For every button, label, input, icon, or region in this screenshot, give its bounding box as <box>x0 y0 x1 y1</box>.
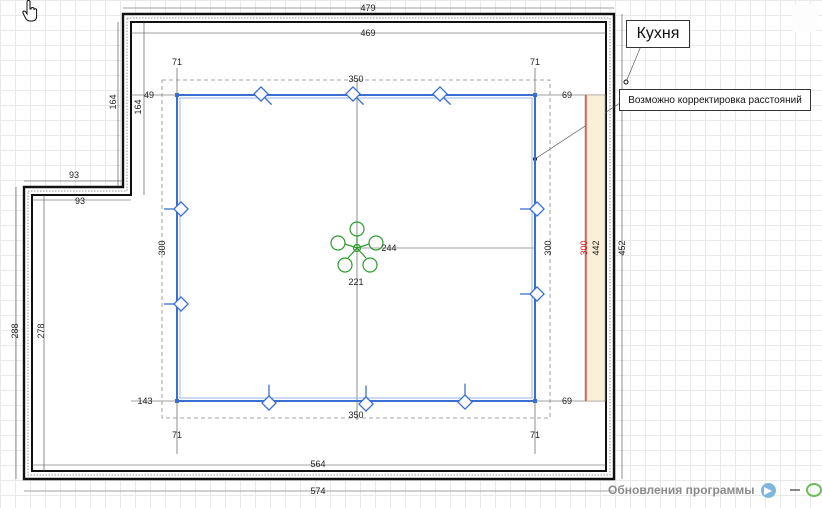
dim-top-outer: 479 <box>360 3 375 13</box>
dim-left-143: 143 <box>137 396 152 406</box>
distance-note[interactable]: Возможно корректировка расстояний <box>619 89 811 111</box>
dim-wall-164-inner: 164 <box>133 99 143 114</box>
dim-frame-right-300: 300 <box>543 240 553 255</box>
dim-wall-164-outer: 164 <box>108 94 118 109</box>
dim-left-71-top: 71 <box>172 57 182 67</box>
dim-frame-bottom: 350 <box>348 410 363 420</box>
room-label[interactable]: Кухня <box>626 20 690 48</box>
dim-right-71-bottom: 71 <box>530 430 540 440</box>
dim-red-300: 300 <box>579 240 589 255</box>
dim-left-288: 288 <box>10 323 20 338</box>
dim-frame-top: 350 <box>348 74 363 84</box>
dim-right-442: 442 <box>591 240 601 255</box>
telegram-icon[interactable] <box>760 482 776 498</box>
dim-right-69-bottom: 69 <box>562 396 572 406</box>
dim-center-244: 244 <box>381 243 396 253</box>
dim-right-452: 452 <box>617 240 627 255</box>
floor-plan: 479 469 350 71 71 49 69 143 69 350 71 71… <box>10 3 642 496</box>
dim-frame-left-300: 300 <box>157 240 167 255</box>
minimize-icon[interactable] <box>789 489 800 491</box>
dim-bottom-outer: 574 <box>310 486 325 496</box>
dim-bottom-inner: 564 <box>310 459 325 469</box>
dim-right-71-top: 71 <box>530 57 540 67</box>
label-anchor <box>623 79 629 85</box>
dim-top-inner: 469 <box>360 28 375 38</box>
dim-left-71-bottom: 71 <box>172 430 182 440</box>
dim-right-69-top: 69 <box>562 90 572 100</box>
dim-left-278: 278 <box>36 323 46 338</box>
dim-step-93-outer: 93 <box>69 170 79 180</box>
dim-left-49: 49 <box>144 90 154 100</box>
toggle-icon[interactable] <box>805 483 822 497</box>
updates-label[interactable]: Обновления программы <box>608 483 755 497</box>
program-updates[interactable]: Обновления программы <box>608 481 822 499</box>
dim-step-93-inner: 93 <box>75 196 85 206</box>
dim-center-221: 221 <box>348 277 363 287</box>
